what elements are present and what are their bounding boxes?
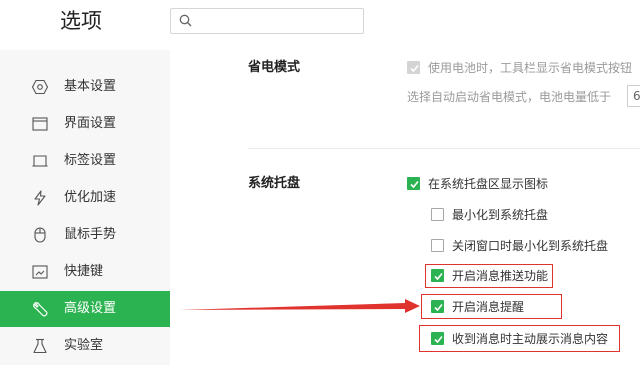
- checkbox[interactable]: [431, 300, 444, 313]
- flask-icon: [33, 338, 47, 354]
- lightning-icon: [34, 190, 46, 206]
- sidebar-item-label: 快捷键: [64, 264, 104, 279]
- check-icon: [434, 272, 443, 281]
- sidebar-item-label: 实验室: [64, 338, 104, 353]
- sidebar-item-mouse-gesture[interactable]: 鼠标手势: [0, 217, 170, 253]
- sidebar-item-basic[interactable]: 基本设置: [0, 69, 170, 105]
- hexagon-settings-icon: [32, 79, 48, 95]
- sidebar-item-interface[interactable]: 界面设置: [0, 106, 170, 142]
- search-box[interactable]: [170, 8, 364, 34]
- checkbox-label: 开启消息推送功能: [452, 269, 549, 283]
- section-title-system-tray: 系统托盘: [248, 176, 301, 191]
- keyboard-shortcut-icon: [32, 265, 48, 279]
- check-icon: [434, 335, 443, 344]
- divider: [248, 148, 640, 149]
- tab-icon: [32, 155, 48, 167]
- checkbox-label: 在系统托盘区显示图标: [428, 177, 549, 191]
- checkbox[interactable]: [431, 239, 444, 252]
- sidebar-item-optimize[interactable]: 优化加速: [0, 180, 170, 216]
- check-icon: [410, 64, 419, 73]
- sidebar-item-lab[interactable]: 实验室: [0, 328, 170, 364]
- sidebar-item-advanced[interactable]: 高级设置: [0, 291, 170, 327]
- checkbox-label: 收到消息时主动展示消息内容: [452, 332, 609, 346]
- checkbox[interactable]: [407, 177, 420, 190]
- sidebar-item-label: 优化加速: [64, 190, 117, 205]
- sidebar: 基本设置 界面设置 标签设置 优化加速 鼠标手势 快捷键 高级设置 实验室: [0, 50, 170, 365]
- sidebar-item-label: 基本设置: [64, 79, 117, 94]
- settings-content: 省电模式 使用电池时，工具栏显示省电模式按钮 选择自动启动省电模式，电池电量低于…: [170, 50, 640, 365]
- checkbox-label: 使用电池时，工具栏显示省电模式按钮: [428, 61, 633, 75]
- checkbox[interactable]: [407, 61, 420, 74]
- page-title: 选项: [60, 9, 102, 33]
- sidebar-item-tabs[interactable]: 标签设置: [0, 143, 170, 179]
- checkbox-label: 关闭窗口时最小化到系统托盘: [452, 239, 609, 253]
- check-icon: [434, 303, 443, 312]
- checkbox-label: 开启消息提醒: [452, 300, 525, 314]
- sidebar-item-label: 标签设置: [64, 153, 117, 168]
- checkbox[interactable]: [431, 208, 444, 221]
- header: 选项: [0, 0, 640, 50]
- sidebar-item-shortcuts[interactable]: 快捷键: [0, 254, 170, 290]
- checkbox[interactable]: [431, 332, 444, 345]
- sidebar-item-label: 界面设置: [64, 116, 117, 131]
- window-icon: [32, 117, 48, 131]
- search-icon: [179, 14, 192, 27]
- checkbox-label: 最小化到系统托盘: [452, 208, 549, 222]
- section-title-power-saving: 省电模式: [248, 60, 301, 75]
- check-icon: [410, 180, 419, 189]
- search-input[interactable]: [197, 12, 361, 32]
- sidebar-item-label: 鼠标手势: [64, 227, 117, 242]
- battery-threshold-input[interactable]: 6: [627, 85, 640, 107]
- wrench-icon: [33, 302, 48, 317]
- sidebar-item-label: 高级设置: [64, 301, 117, 316]
- checkbox[interactable]: [431, 269, 444, 282]
- auto-power-saving-label: 选择自动启动省电模式，电池电量低于: [407, 90, 612, 104]
- mouse-icon: [34, 227, 46, 243]
